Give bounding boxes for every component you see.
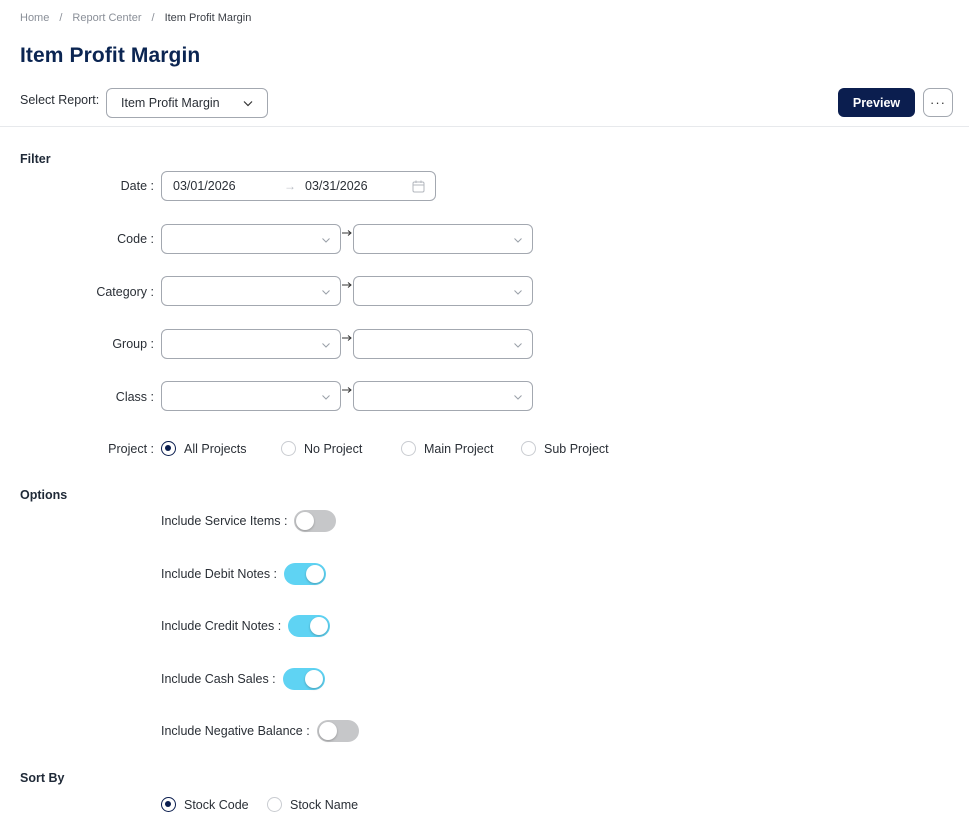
- option-include-cash-sales: Include Cash Sales :: [161, 668, 325, 690]
- range-arrow-icon: [342, 387, 352, 393]
- group-to-select[interactable]: [353, 329, 533, 359]
- radio-checked-icon[interactable]: [161, 797, 176, 812]
- option-include-service-items: Include Service Items :: [161, 510, 337, 532]
- breadcrumb-home[interactable]: Home: [20, 12, 49, 24]
- radio-unchecked-icon[interactable]: [521, 441, 536, 456]
- sort-option-stock-code[interactable]: Stock Code: [161, 797, 267, 812]
- range-arrow-icon: [342, 282, 352, 288]
- chevron-down-icon: [514, 238, 522, 243]
- project-option-none[interactable]: No Project: [281, 441, 401, 456]
- toggle-knob: [318, 722, 337, 740]
- class-to-select[interactable]: [353, 381, 533, 411]
- date-range-arrow: →: [284, 179, 296, 193]
- breadcrumb-separator: /: [151, 12, 155, 24]
- page-title: Item Profit Margin: [20, 44, 201, 67]
- sort-option-stock-name[interactable]: Stock Name: [267, 797, 358, 812]
- range-arrow-icon: [342, 335, 352, 341]
- calendar-icon: [412, 180, 425, 193]
- radio-unchecked-icon[interactable]: [267, 797, 282, 812]
- code-to-select[interactable]: [353, 224, 533, 254]
- project-option-sub[interactable]: Sub Project: [521, 441, 609, 456]
- chevron-down-icon: [322, 290, 330, 295]
- project-option-label: All Projects: [184, 441, 247, 456]
- select-report-label: Select Report:: [20, 93, 100, 107]
- option-include-negative-balance: Include Negative Balance :: [161, 720, 359, 742]
- option-label: Include Service Items :: [161, 514, 288, 528]
- option-label: Include Negative Balance :: [161, 724, 310, 738]
- header-divider: [0, 126, 969, 127]
- project-option-label: Sub Project: [544, 441, 609, 456]
- chevron-down-icon: [322, 395, 330, 400]
- chevron-down-icon: [514, 395, 522, 400]
- include-negative-balance-toggle[interactable]: [316, 720, 359, 742]
- sort-option-label: Stock Name: [290, 797, 359, 812]
- options-section-title: Options: [20, 488, 68, 502]
- date-to-value[interactable]: 03/31/2026: [305, 179, 368, 193]
- filter-section-title: Filter: [20, 152, 51, 166]
- option-label: Include Credit Notes :: [161, 619, 282, 633]
- breadcrumb-current: Item Profit Margin: [164, 12, 252, 24]
- project-radio-group: All Projects No Project Main Project Sub…: [161, 441, 609, 456]
- option-include-debit-notes: Include Debit Notes :: [161, 563, 327, 585]
- class-from-select[interactable]: [161, 381, 341, 411]
- preview-button[interactable]: Preview: [838, 88, 915, 117]
- category-from-select[interactable]: [161, 276, 341, 306]
- chevron-down-icon: [514, 343, 522, 348]
- include-credit-notes-toggle[interactable]: [288, 615, 331, 637]
- date-range-picker[interactable]: 03/01/2026 → 03/31/2026: [161, 171, 436, 201]
- code-label: Code :: [117, 232, 154, 246]
- option-include-credit-notes: Include Credit Notes :: [161, 615, 331, 637]
- project-option-label: Main Project: [424, 441, 494, 456]
- radio-unchecked-icon[interactable]: [401, 441, 416, 456]
- include-cash-sales-toggle[interactable]: [282, 668, 325, 690]
- more-options-button[interactable]: ···: [923, 88, 953, 117]
- toggle-knob: [310, 617, 329, 635]
- include-debit-notes-toggle[interactable]: [284, 563, 327, 585]
- chevron-down-icon: [322, 343, 330, 348]
- project-label: Project :: [108, 442, 154, 456]
- project-option-main[interactable]: Main Project: [401, 441, 521, 456]
- range-arrow-icon: [342, 230, 352, 236]
- report-select-value: Item Profit Margin: [121, 96, 220, 110]
- toggle-knob: [306, 565, 325, 583]
- radio-unchecked-icon[interactable]: [281, 441, 296, 456]
- option-label: Include Debit Notes :: [161, 567, 278, 581]
- toggle-knob: [296, 512, 315, 530]
- option-label: Include Cash Sales :: [161, 672, 276, 686]
- chevron-down-icon: [514, 290, 522, 295]
- sort-by-section-title: Sort By: [20, 771, 65, 785]
- code-from-select[interactable]: [161, 224, 341, 254]
- chevron-down-icon: [243, 101, 253, 107]
- chevron-down-icon: [322, 238, 330, 243]
- sort-by-radio-group: Stock Code Stock Name: [161, 797, 358, 812]
- category-label: Category :: [96, 285, 154, 299]
- sort-option-label: Stock Code: [184, 797, 249, 812]
- radio-checked-icon[interactable]: [161, 441, 176, 456]
- breadcrumb: Home / Report Center / Item Profit Margi…: [20, 12, 251, 24]
- group-from-select[interactable]: [161, 329, 341, 359]
- project-option-label: No Project: [304, 441, 363, 456]
- date-from-value[interactable]: 03/01/2026: [173, 179, 236, 193]
- breadcrumb-separator: /: [59, 12, 63, 24]
- toggle-knob: [304, 670, 323, 688]
- class-label: Class :: [115, 390, 154, 404]
- project-option-all[interactable]: All Projects: [161, 441, 281, 456]
- group-label: Group :: [112, 337, 154, 351]
- date-label: Date :: [120, 179, 154, 193]
- report-select[interactable]: Item Profit Margin: [106, 88, 268, 118]
- breadcrumb-report-center[interactable]: Report Center: [72, 12, 141, 24]
- include-service-items-toggle[interactable]: [294, 510, 337, 532]
- category-to-select[interactable]: [353, 276, 533, 306]
